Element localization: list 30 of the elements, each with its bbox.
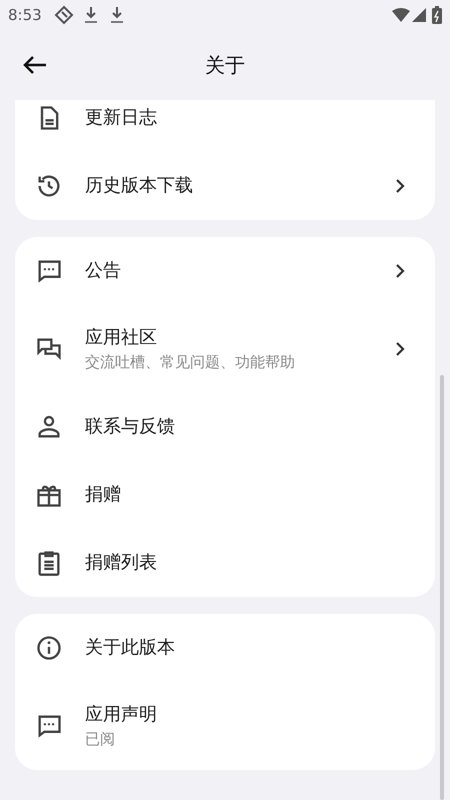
item-label: 更新日志 xyxy=(85,106,158,130)
info-icon xyxy=(35,634,63,662)
battery-icon xyxy=(432,6,442,24)
item-label: 捐赠列表 xyxy=(85,551,158,575)
download-icon xyxy=(110,6,124,24)
menu-item[interactable]: 关于此版本 xyxy=(15,614,435,682)
menu-item[interactable]: 捐赠列表 xyxy=(15,529,435,597)
item-label: 关于此版本 xyxy=(85,636,176,660)
status-time: 8:53 xyxy=(8,4,42,26)
menu-item[interactable]: 捐赠 xyxy=(15,461,435,529)
menu-item[interactable]: 公告 xyxy=(15,237,435,305)
item-subtitle: 交流吐槽、常见问题、功能帮助 xyxy=(85,352,296,373)
item-label: 历史版本下载 xyxy=(85,174,194,198)
back-arrow-icon xyxy=(22,54,48,76)
signal-icon xyxy=(412,8,426,22)
menu-item[interactable]: 应用声明 已阅 xyxy=(15,682,435,770)
download-icon xyxy=(84,6,98,24)
item-subtitle: 已阅 xyxy=(85,729,116,750)
item-label: 捐赠 xyxy=(85,483,122,507)
menu-item[interactable]: 更新日志 xyxy=(15,100,435,152)
page-title: 关于 xyxy=(205,52,245,79)
item-label: 公告 xyxy=(85,259,122,283)
menu-item[interactable]: 历史版本下载 xyxy=(15,152,435,220)
scrollbar[interactable] xyxy=(440,375,444,800)
wifi-icon xyxy=(392,8,410,22)
menu-item[interactable]: 应用社区 交流吐槽、常见问题、功能帮助 xyxy=(15,305,435,393)
menu-item[interactable]: 联系与反馈 xyxy=(15,393,435,461)
item-label: 应用声明 xyxy=(85,703,158,727)
item-label: 联系与反馈 xyxy=(85,415,176,439)
item-label: 应用社区 xyxy=(85,326,158,350)
